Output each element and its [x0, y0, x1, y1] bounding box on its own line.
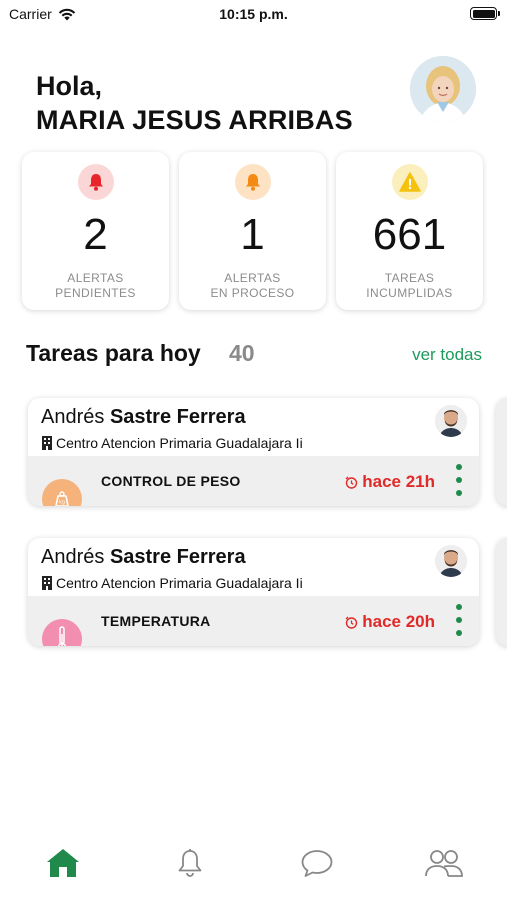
- stat-card-missed-tasks[interactable]: 661 TAREAS INCUMPLIDAS: [336, 152, 483, 310]
- timer-icon: [345, 616, 358, 629]
- stat-value: 1: [240, 210, 265, 259]
- stat-label: TAREAS INCUMPLIDAS: [366, 271, 453, 300]
- stat-value: 661: [372, 210, 447, 259]
- svg-text:kg: kg: [59, 500, 65, 506]
- user-avatar[interactable]: [410, 56, 476, 122]
- stat-label: ALERTAS EN PROCESO: [210, 271, 295, 300]
- bell-icon: [234, 164, 271, 200]
- users-icon: [424, 850, 463, 877]
- patient-first-name: Andrés: [41, 406, 105, 428]
- bell-icon: [178, 849, 202, 877]
- task-card[interactable]: Andrés Sastre Ferrera Centro Atencion Pr…: [28, 398, 479, 506]
- patient-last-name: Sastre Ferrera: [109, 406, 246, 428]
- patient-avatar: [435, 545, 467, 577]
- building-icon: [42, 436, 52, 450]
- greeting-hello: Hola,: [36, 71, 103, 101]
- status-bar: Carrier 10:15 p.m.: [0, 0, 507, 30]
- chat-icon: [301, 850, 333, 877]
- health-center-name: Centro Atencion Primaria Guadalajara Ii: [56, 575, 303, 591]
- greeting: Hola, MARIA JESUS ARRIBAS: [36, 70, 353, 138]
- task-elapsed-time: hace 20h: [345, 612, 435, 632]
- task-time-label: hace 21h: [362, 472, 435, 491]
- patient-name: Andrés Sastre Ferrera: [41, 546, 246, 569]
- more-options-icon[interactable]: [453, 604, 465, 636]
- warning-icon: [391, 164, 428, 200]
- health-center: Centro Atencion Primaria Guadalajara Ii: [42, 575, 303, 591]
- section-title: Tareas para hoy: [26, 340, 201, 366]
- stats-row: 2 ALERTAS PENDIENTES 1 ALERTAS EN PROCES…: [22, 152, 483, 310]
- patient-avatar: [435, 405, 467, 437]
- patient-first-name: Andrés: [41, 546, 105, 568]
- bell-icon: [77, 164, 114, 200]
- health-center-name: Centro Atencion Primaria Guadalajara Ii: [56, 435, 303, 451]
- task-elapsed-time: hace 21h: [345, 472, 435, 492]
- stat-card-in-progress-alerts[interactable]: 1 ALERTAS EN PROCESO: [179, 152, 326, 310]
- next-task-card[interactable]: [496, 398, 507, 506]
- section-count: 40: [229, 340, 255, 366]
- status-time: 10:15 p.m.: [219, 6, 288, 22]
- patient-last-name: Sastre Ferrera: [109, 546, 246, 568]
- stat-label: ALERTAS PENDIENTES: [55, 271, 136, 300]
- user-name: MARIA JESUS ARRIBAS: [36, 105, 353, 135]
- battery-icon: [470, 7, 500, 20]
- building-icon: [42, 576, 52, 590]
- patient-name: Andrés Sastre Ferrera: [41, 406, 246, 429]
- tab-alerts[interactable]: [127, 838, 254, 888]
- home-icon: [47, 849, 80, 877]
- next-task-card[interactable]: [496, 538, 507, 646]
- health-center: Centro Atencion Primaria Guadalajara Ii: [42, 435, 303, 451]
- timer-icon: [345, 476, 358, 489]
- stat-value: 2: [83, 210, 108, 259]
- task-card[interactable]: Andrés Sastre Ferrera Centro Atencion Pr…: [28, 538, 479, 646]
- see-all-link[interactable]: ver todas: [412, 345, 482, 365]
- tab-patients[interactable]: [380, 838, 507, 888]
- task-type: CONTROL DE PESO: [101, 473, 241, 489]
- more-options-icon[interactable]: [453, 464, 465, 496]
- stat-card-pending-alerts[interactable]: 2 ALERTAS PENDIENTES: [22, 152, 169, 310]
- tab-messages[interactable]: [254, 838, 381, 888]
- task-time-label: hace 20h: [362, 612, 435, 631]
- tab-bar: [0, 838, 507, 888]
- task-type: TEMPERATURA: [101, 613, 211, 629]
- tab-home[interactable]: [0, 838, 127, 888]
